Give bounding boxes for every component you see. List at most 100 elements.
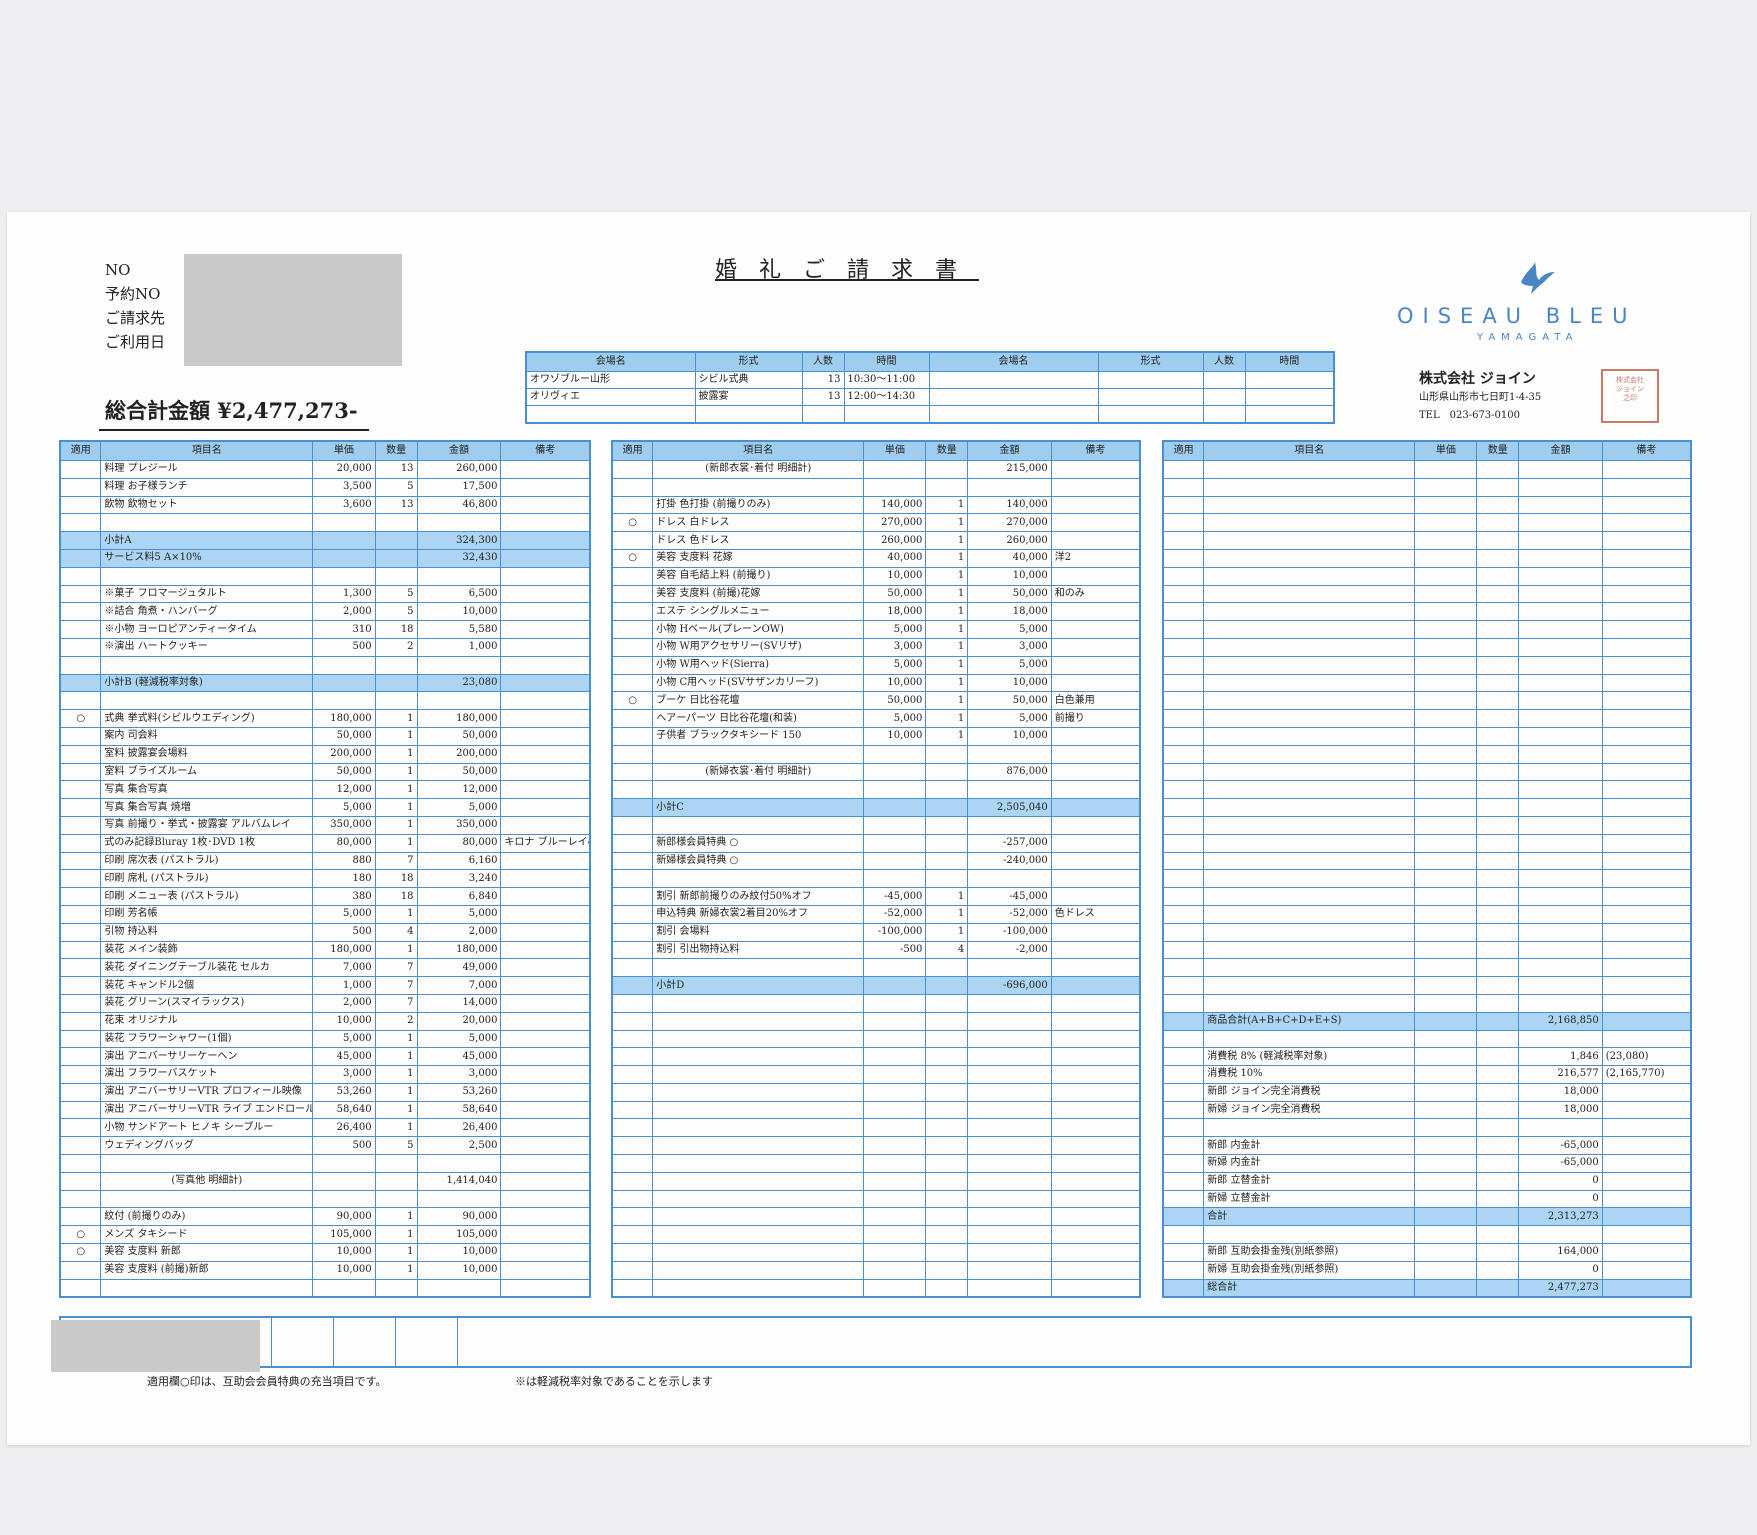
qty-cell bbox=[1476, 1207, 1520, 1227]
amount-cell: -65,000 bbox=[1518, 1154, 1603, 1173]
qty-cell bbox=[1476, 1260, 1520, 1280]
unit-price-cell: 10,000 bbox=[863, 566, 927, 586]
unit-price-cell: 26,400 bbox=[312, 1118, 376, 1138]
amount-cell bbox=[967, 1207, 1052, 1227]
unit-price-cell: 10,000 bbox=[863, 726, 927, 746]
table-row: 新郎 内金計 -65,000 bbox=[1162, 1136, 1692, 1156]
unit-price-cell: 2,000 bbox=[312, 993, 376, 1013]
remarks-cell bbox=[1050, 958, 1141, 978]
remarks-cell bbox=[500, 531, 591, 550]
apply-cell: ○ bbox=[611, 548, 654, 568]
apply-cell bbox=[611, 904, 654, 924]
remarks-cell bbox=[1601, 798, 1692, 817]
table-row bbox=[611, 1136, 1141, 1156]
unit-price-cell bbox=[863, 1278, 927, 1298]
amount-cell bbox=[1518, 922, 1603, 942]
amount-cell: 10,000 bbox=[416, 602, 502, 622]
qty-cell: 5 bbox=[374, 1136, 418, 1156]
unit-price-cell bbox=[1414, 958, 1478, 978]
remarks-cell bbox=[500, 602, 591, 622]
table-row bbox=[1162, 940, 1692, 960]
item-col-header: 単価 bbox=[1414, 440, 1478, 461]
table-row: 商品合計(A+B+C+D+E+S) 2,168,850 bbox=[1162, 1011, 1692, 1031]
table-row: ※演出 ハートクッキー 500 2 1,000 bbox=[59, 637, 591, 657]
apply-cell bbox=[611, 976, 654, 995]
amount-cell bbox=[1518, 566, 1603, 586]
apply-cell bbox=[1162, 976, 1205, 995]
item-name-cell bbox=[652, 1047, 865, 1067]
table-row bbox=[1162, 744, 1692, 764]
remarks-cell bbox=[1050, 460, 1141, 479]
table-row bbox=[611, 815, 1141, 835]
table-row bbox=[1162, 477, 1692, 497]
table-row bbox=[1162, 976, 1692, 995]
item-name-cell bbox=[1203, 851, 1416, 871]
apply-cell bbox=[1162, 762, 1205, 782]
table-row: 印刷 席次表 (パストラル) 880 7 6,160 bbox=[59, 851, 591, 871]
item-name-cell bbox=[652, 1207, 865, 1227]
remarks-cell: 色ドレス bbox=[1050, 904, 1141, 924]
unit-price-cell: 500 bbox=[312, 922, 376, 942]
item-col-header: 単価 bbox=[863, 440, 927, 461]
item-name-cell: 案内 司会料 bbox=[100, 726, 314, 746]
unit-price-cell: -52,000 bbox=[863, 904, 927, 924]
apply-cell bbox=[59, 584, 102, 604]
remarks-cell bbox=[1601, 869, 1692, 889]
apply-cell bbox=[59, 940, 102, 960]
qty-cell: 1 bbox=[374, 1029, 418, 1049]
venue-row: オリヴィエ 披露宴 13 12:00～14:30 bbox=[525, 388, 1335, 406]
remarks-cell bbox=[1601, 1100, 1692, 1120]
item-name-cell: (新郎衣裳･着付 明細計) bbox=[652, 460, 865, 479]
apply-cell bbox=[611, 726, 654, 746]
table-row: ※詰合 角煮・ハンバーグ 2,000 5 10,000 bbox=[59, 602, 591, 622]
amount-cell bbox=[1518, 744, 1603, 764]
item-col-header: 金額 bbox=[416, 440, 502, 461]
unit-price-cell bbox=[863, 1207, 927, 1227]
remarks-cell bbox=[500, 691, 591, 711]
amount-cell: 0 bbox=[1518, 1260, 1603, 1280]
remarks-cell: 洋2 bbox=[1050, 548, 1141, 568]
amount-cell: 5,000 bbox=[416, 904, 502, 924]
qty-cell bbox=[925, 1136, 969, 1156]
qty-cell bbox=[1476, 513, 1520, 533]
qty-cell: 1 bbox=[374, 815, 418, 835]
qty-cell: 1 bbox=[925, 637, 969, 657]
apply-cell bbox=[59, 1136, 102, 1156]
table-row: 印刷 メニュー表 (パストラル) 380 18 6,840 bbox=[59, 887, 591, 906]
amount-cell: 140,000 bbox=[967, 495, 1052, 515]
table-row: 小物 W用アクセサリー(SVリザ) 3,000 1 3,000 bbox=[611, 637, 1141, 657]
remarks-cell bbox=[500, 1260, 591, 1280]
unit-price-cell bbox=[1414, 780, 1478, 800]
amount-cell bbox=[416, 1278, 502, 1298]
apply-cell bbox=[611, 709, 654, 728]
remarks-cell bbox=[1050, 531, 1141, 550]
qty-cell bbox=[374, 673, 418, 693]
apply-cell bbox=[59, 673, 102, 693]
amount-cell: 164,000 bbox=[1518, 1243, 1603, 1262]
qty-cell: 1 bbox=[925, 548, 969, 568]
venue-row bbox=[525, 405, 1335, 423]
unit-price-cell bbox=[1414, 673, 1478, 693]
table-row bbox=[611, 780, 1141, 800]
apply-cell bbox=[1162, 1047, 1205, 1067]
unit-price-cell bbox=[1414, 1065, 1478, 1084]
apply-cell bbox=[1162, 993, 1205, 1013]
qty-cell bbox=[1476, 691, 1520, 711]
unit-price-cell: 5,000 bbox=[863, 709, 927, 728]
qty-cell bbox=[1476, 548, 1520, 568]
remarks-cell bbox=[1050, 1047, 1141, 1067]
qty-cell bbox=[925, 1118, 969, 1138]
unit-price-cell bbox=[1414, 620, 1478, 639]
qty-cell bbox=[1476, 1171, 1520, 1191]
apply-cell bbox=[59, 762, 102, 782]
unit-price-cell: 180,000 bbox=[312, 940, 376, 960]
qty-cell: 1 bbox=[374, 1243, 418, 1262]
venue-cell: オワゾブルー山形 bbox=[525, 371, 696, 389]
unit-price-cell: -500 bbox=[863, 940, 927, 960]
qty-cell bbox=[1476, 940, 1520, 960]
unit-price-cell: 500 bbox=[312, 1136, 376, 1156]
item-name-cell: 写真 集合写真 bbox=[100, 780, 314, 800]
item-name-cell: 紋付 (前撮りのみ) bbox=[100, 1207, 314, 1227]
amount-cell: 180,000 bbox=[416, 709, 502, 728]
item-name-cell: ウェディングバッグ bbox=[100, 1136, 314, 1156]
